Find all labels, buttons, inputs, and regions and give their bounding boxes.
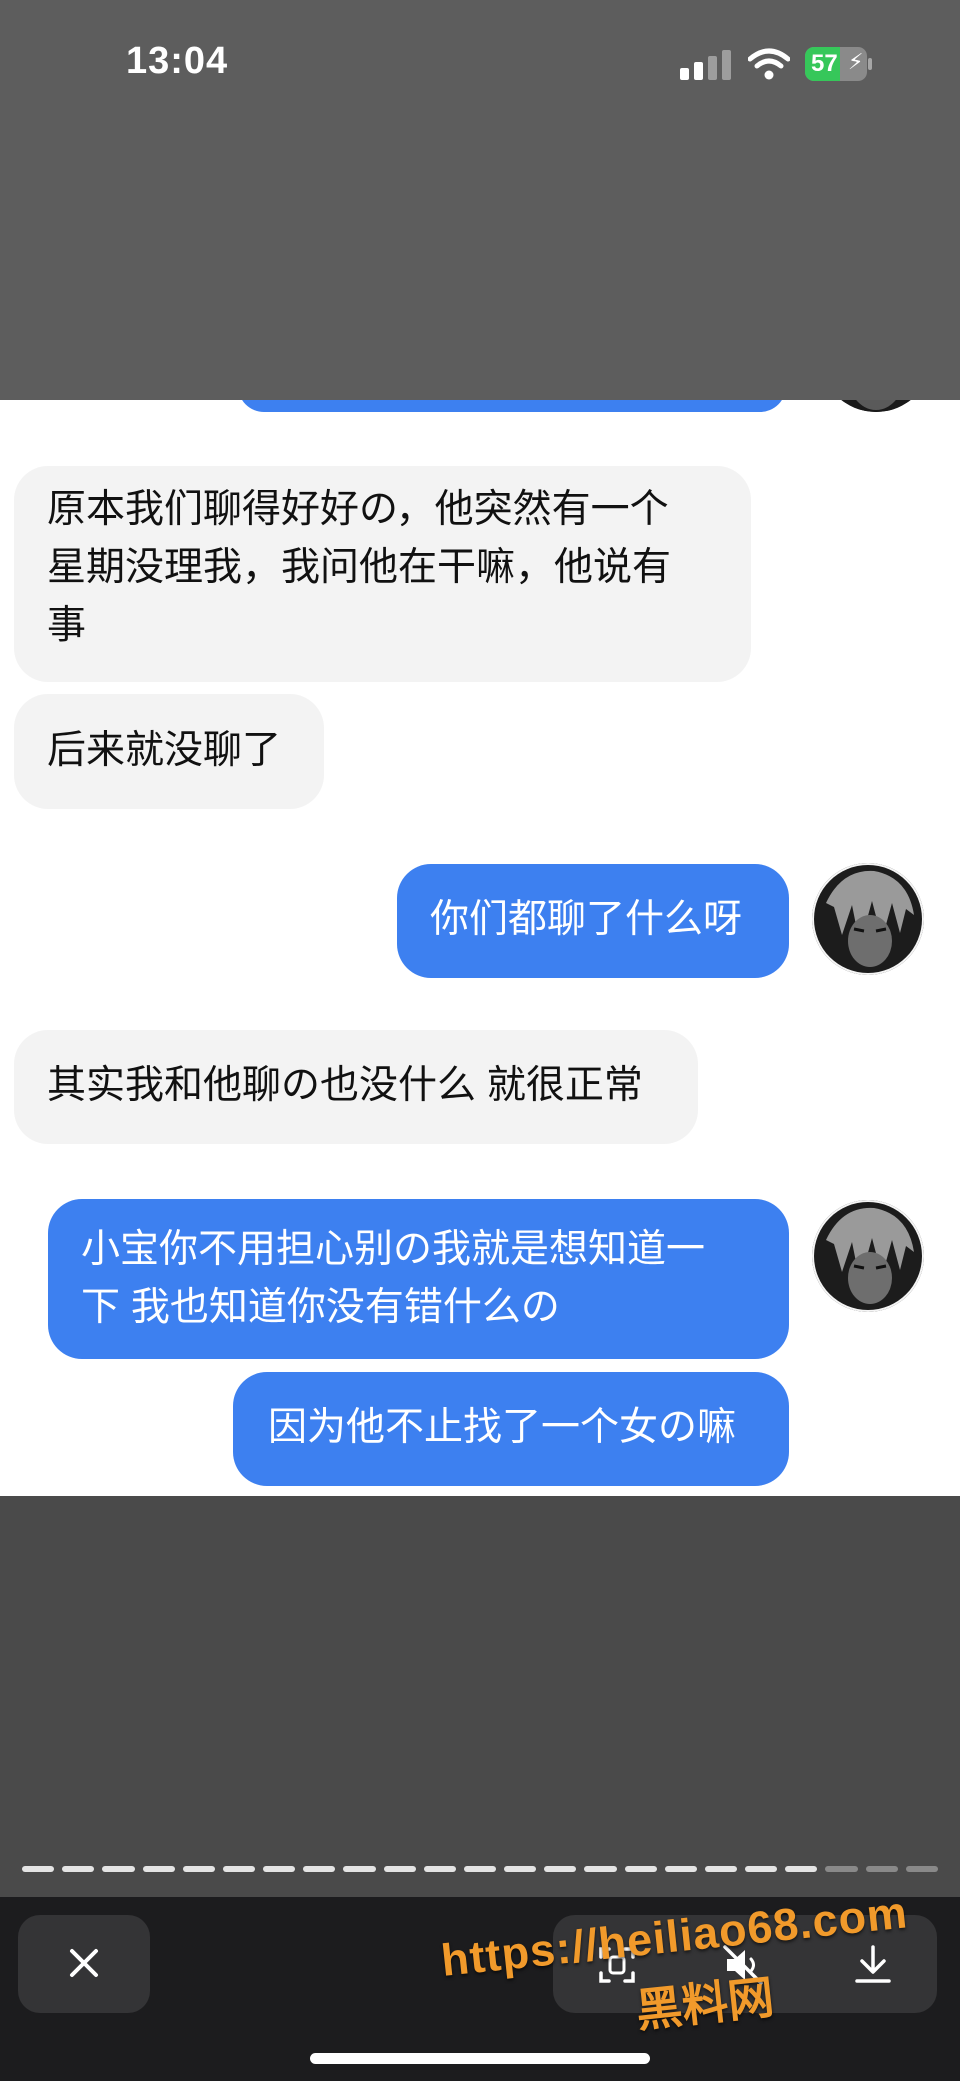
status-time: 13:04 xyxy=(126,40,229,82)
story-progress-segment xyxy=(825,1866,858,1872)
watermark-name: 黑料网 xyxy=(633,1970,777,2037)
story-progress-segment xyxy=(624,1866,657,1872)
message-line: 后来就没聊了 xyxy=(47,729,282,772)
status-bar: 13:04 57 ⚡ xyxy=(0,0,960,130)
message-line: 小宝你不用担心别の我就是想知道一 xyxy=(81,1228,706,1271)
message-line: 因为他不止找了一个女の嘛 xyxy=(268,1406,737,1449)
wifi-icon xyxy=(748,48,790,80)
avatar xyxy=(812,863,924,975)
story-progress-segment xyxy=(704,1866,738,1872)
close-button[interactable] xyxy=(18,1915,150,2013)
story-progress-segment xyxy=(664,1866,697,1872)
avatar-partial xyxy=(820,400,932,412)
message-line: 原本我们聊得好好の，他突然有一个 xyxy=(47,488,669,531)
story-progress-segment xyxy=(343,1866,376,1872)
message-bubble-incoming: 后来就没聊了 xyxy=(14,694,324,809)
message-line: 事 xyxy=(47,604,87,647)
story-progress-segment xyxy=(905,1866,938,1872)
message-line: 其实我和他聊の也没什么 就很正常 xyxy=(47,1064,643,1107)
message-line: 星期没理我，我问他在干嘛，他说有 xyxy=(47,546,672,589)
close-icon xyxy=(70,1949,98,1977)
story-progress-segment xyxy=(504,1866,537,1872)
story-progress-segment xyxy=(463,1866,497,1872)
message-line: 你们都聊了什么呀 xyxy=(430,898,743,941)
story-progress-segment xyxy=(303,1866,336,1872)
message-bubble-outgoing: 你们都聊了什么呀 xyxy=(397,864,789,978)
story-progress-segment xyxy=(182,1866,215,1872)
message-line: 下 我也知道你没有错什么の xyxy=(81,1286,560,1329)
story-progress-segment xyxy=(584,1866,617,1872)
story-progress-segment xyxy=(745,1866,778,1872)
story-progress-bar xyxy=(22,1866,938,1874)
story-progress-segment xyxy=(544,1866,577,1872)
story-progress-segment xyxy=(263,1866,296,1872)
message-bubble-incoming: 原本我们聊得好好の，他突然有一个 星期没理我，我问他在干嘛，他说有 事 xyxy=(14,466,751,682)
story-progress-segment xyxy=(222,1866,256,1872)
charging-bolt-icon: ⚡ xyxy=(848,49,864,74)
message-bubble-outgoing: 小宝你不用担心别の我就是想知道一 下 我也知道你没有错什么の xyxy=(48,1199,789,1359)
previous-message-bubble-partial xyxy=(238,400,786,412)
story-progress-segment xyxy=(142,1866,175,1872)
story-progress-segment xyxy=(102,1866,135,1872)
story-progress-segment xyxy=(383,1866,416,1872)
story-progress-segment xyxy=(62,1866,95,1872)
cellular-signal-icon xyxy=(680,50,731,80)
message-bubble-incoming: 其实我和他聊の也没什么 就很正常 xyxy=(14,1030,698,1144)
avatar xyxy=(812,1200,924,1312)
battery-percent: 57 xyxy=(811,50,838,77)
story-progress-segment xyxy=(423,1866,456,1872)
story-progress-segment xyxy=(22,1866,55,1872)
message-bubble-outgoing: 因为他不止找了一个女の嘛 xyxy=(233,1372,789,1486)
chat-screenshot: 原本我们聊得好好の，他突然有一个 星期没理我，我问他在干嘛，他说有 事 后来就没… xyxy=(0,400,960,1496)
story-progress-segment xyxy=(785,1866,818,1872)
battery-charging-icon: 57 ⚡ xyxy=(805,47,873,81)
